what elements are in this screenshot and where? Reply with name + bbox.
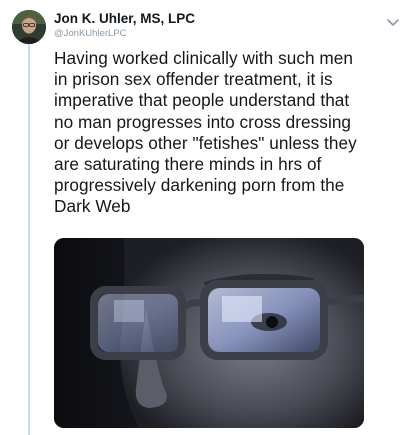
thread-connector-line [28, 44, 30, 435]
tweet-header: Jon K. Uhler, MS, LPC @JonKUhlerLPC [54, 11, 389, 40]
tweet-media-image[interactable] [54, 238, 364, 428]
chevron-down-icon[interactable] [385, 16, 401, 30]
tweet-text: Having worked clinically with such men i… [54, 48, 357, 217]
man-with-glasses-photo [54, 238, 364, 428]
avatar[interactable] [12, 10, 46, 44]
display-name[interactable]: Jon K. Uhler, MS, LPC [54, 11, 389, 27]
avatar-image [12, 10, 46, 44]
user-handle[interactable]: @JonKUhlerLPC [54, 27, 389, 40]
